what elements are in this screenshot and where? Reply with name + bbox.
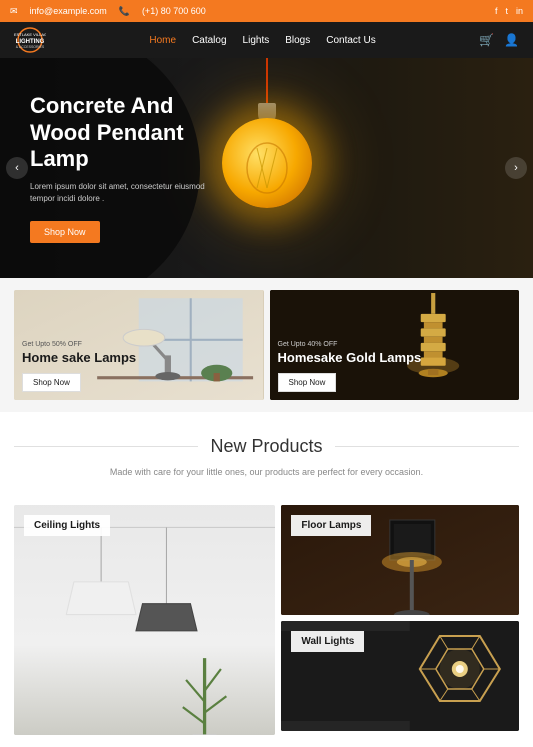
logo: WESTLAKE VILLAGE LIGHTING & ACCESSORIES (14, 26, 46, 54)
twitter-icon[interactable]: t (505, 6, 508, 16)
nav-home[interactable]: Home (149, 35, 176, 46)
hero-title: Concrete And Wood Pendant Lamp (30, 93, 220, 172)
email-icon: ✉ (10, 6, 18, 17)
promo-card-2: Get Upto 40% OFF Homesake Gold Lamps Sho… (270, 290, 520, 400)
phone-text: (+1) 80 700 600 (142, 6, 206, 16)
facebook-icon[interactable]: f (495, 6, 498, 16)
cart-icon[interactable]: 🛒 (479, 33, 494, 47)
hero-section: Concrete And Wood Pendant Lamp Lorem ips… (0, 58, 533, 278)
promo-1-btn[interactable]: Shop Now (22, 373, 81, 392)
section-subtitle: Made with care for your little ones, our… (14, 465, 519, 479)
divider-left (14, 446, 198, 447)
user-icon[interactable]: 👤 (504, 33, 519, 47)
navbar: WESTLAKE VILLAGE LIGHTING & ACCESSORIES … (0, 22, 533, 58)
top-bar: ✉ info@example.com 📞 (+1) 80 700 600 f t… (0, 0, 533, 22)
ceiling-lights-label: Ceiling Lights (24, 515, 110, 536)
instagram-icon[interactable]: in (516, 6, 523, 16)
nav-blogs[interactable]: Blogs (285, 35, 310, 46)
hero-next-arrow[interactable]: › (505, 157, 527, 179)
section-divider: New Products (14, 436, 519, 457)
product-col-left: Ceiling Lights (14, 505, 275, 735)
promo-section: Get Upto 50% OFF Home sake Lamps Shop No… (0, 278, 533, 412)
email-text: info@example.com (30, 6, 107, 16)
phone-icon: 📞 (119, 6, 130, 17)
section-title: New Products (210, 436, 322, 457)
promo-2-btn[interactable]: Shop Now (278, 373, 337, 392)
promo-card-1-content: Get Upto 50% OFF Home sake Lamps Shop No… (14, 333, 144, 400)
lamp-bulb (222, 118, 312, 208)
promo-1-discount: Get Upto 50% OFF (22, 341, 136, 348)
floor-lamps-card[interactable]: Floor Lamps (281, 505, 519, 615)
wall-lights-label: Wall Lights (291, 631, 364, 652)
product-grid: Ceiling Lights (0, 493, 533, 747)
divider-right (335, 446, 519, 447)
promo-1-title: Home sake Lamps (22, 350, 136, 366)
promo-card-2-content: Get Upto 40% OFF Homesake Gold Lamps Sho… (270, 333, 430, 400)
floor-lamps-label: Floor Lamps (291, 515, 371, 536)
logo-icon: WESTLAKE VILLAGE LIGHTING & ACCESSORIES (14, 26, 46, 54)
hero-prev-arrow[interactable]: ‹ (6, 157, 28, 179)
promo-card-1: Get Upto 50% OFF Home sake Lamps Shop No… (14, 290, 264, 400)
promo-2-discount: Get Upto 40% OFF (278, 341, 422, 348)
promo-2-title: Homesake Gold Lamps (278, 350, 422, 366)
nav-catalog[interactable]: Catalog (192, 35, 226, 46)
nav-contact[interactable]: Contact Us (326, 35, 375, 46)
product-col-right: Floor Lamps (281, 505, 519, 735)
top-bar-social: f t in (495, 6, 523, 16)
wall-lights-card[interactable]: Wall Lights (281, 621, 519, 731)
hero-shop-button[interactable]: Shop Now (30, 221, 100, 243)
ceiling-lights-card[interactable]: Ceiling Lights (14, 505, 275, 735)
hero-description: Lorem ipsum dolor sit amet, consectetur … (30, 181, 220, 205)
svg-text:WESTLAKE VILLAGE: WESTLAKE VILLAGE (14, 32, 46, 37)
hero-content: Concrete And Wood Pendant Lamp Lorem ips… (0, 93, 220, 242)
nav-icons: 🛒 👤 (479, 33, 519, 47)
nav-lights[interactable]: Lights (243, 35, 270, 46)
nav-links: Home Catalog Lights Blogs Contact Us (149, 35, 375, 46)
lamp-cord (266, 58, 268, 108)
svg-text:& ACCESSORIES: & ACCESSORIES (16, 45, 45, 49)
top-bar-contact: ✉ info@example.com 📞 (+1) 80 700 600 (10, 6, 206, 17)
new-products-section: New Products Made with care for your lit… (0, 412, 533, 493)
